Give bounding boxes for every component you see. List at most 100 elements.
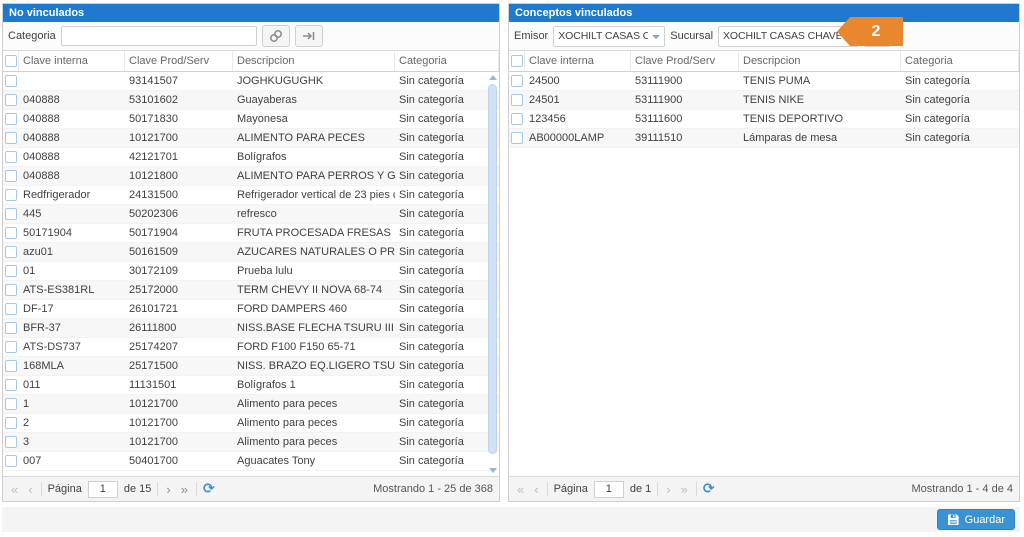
- cell-categoria: Sin categoría: [395, 170, 499, 182]
- category-input[interactable]: [61, 26, 257, 46]
- cell-descripcion: Bolígrafos: [233, 151, 395, 163]
- cell-clave-prod: 25171500: [125, 360, 233, 372]
- select-all-checkbox-left[interactable]: [3, 51, 19, 71]
- save-button-label: Guardar: [965, 514, 1005, 526]
- page-number-input[interactable]: [88, 481, 118, 498]
- row-checkbox[interactable]: [511, 113, 523, 125]
- first-page-button[interactable]: «: [9, 483, 20, 496]
- table-row[interactable]: 007 50401700 Aguacates Tony Sin categorí…: [3, 452, 499, 471]
- next-page-button[interactable]: ›: [664, 483, 672, 496]
- row-checkbox[interactable]: [5, 151, 17, 163]
- cell-clave-prod: 10121700: [125, 417, 233, 429]
- table-row[interactable]: 040888 42121701 Bolígrafos Sin categoría: [3, 148, 499, 167]
- table-row[interactable]: 040888 10121800 ALIMENTO PARA PERROS Y G…: [3, 167, 499, 186]
- row-checkbox[interactable]: [5, 341, 17, 353]
- table-row[interactable]: ATS-DS737 25174207 FORD F100 F150 65-71 …: [3, 338, 499, 357]
- column-header-categoria[interactable]: Categoria: [395, 51, 499, 71]
- next-page-button[interactable]: ›: [164, 483, 172, 496]
- toolbar-separator: [196, 482, 197, 496]
- table-row[interactable]: 123456 53111600 TENIS DEPORTIVO Sin cate…: [509, 110, 1019, 129]
- cell-descripcion: NISS.BASE FLECHA TSURU III: [233, 322, 395, 334]
- cell-categoria: Sin categoría: [395, 113, 499, 125]
- row-checkbox[interactable]: [5, 284, 17, 296]
- table-row[interactable]: 2 10121700 Alimento para peces Sin categ…: [3, 414, 499, 433]
- column-header-clave-interna[interactable]: Clave interna: [525, 51, 631, 71]
- row-checkbox[interactable]: [5, 75, 17, 87]
- row-checkbox[interactable]: [5, 94, 17, 106]
- scroll-up-icon[interactable]: [488, 73, 497, 82]
- cell-descripcion: Refrigerador vertical de 23 pies cúbicos…: [233, 189, 395, 201]
- table-row[interactable]: BFR-37 26111800 NISS.BASE FLECHA TSURU I…: [3, 319, 499, 338]
- table-row[interactable]: 445 50202306 refresco Sin categoría: [3, 205, 499, 224]
- sucursal-dropdown[interactable]: XOCHILT CASAS CHAVEZ: [718, 26, 858, 47]
- column-header-categoria[interactable]: Categoria: [901, 51, 1019, 71]
- last-page-button[interactable]: »: [679, 483, 690, 496]
- select-all-checkbox-right[interactable]: [509, 51, 525, 71]
- table-row[interactable]: Redfrigerador 24131500 Refrigerador vert…: [3, 186, 499, 205]
- column-header-clave-interna[interactable]: Clave interna: [19, 51, 125, 71]
- table-row[interactable]: 3 10121700 Alimento para peces Sin categ…: [3, 433, 499, 452]
- row-checkbox[interactable]: [5, 322, 17, 334]
- cell-clave-prod: 11131501: [125, 379, 233, 391]
- row-checkbox[interactable]: [5, 227, 17, 239]
- move-right-button[interactable]: [295, 25, 323, 47]
- cell-clave-prod: 10121700: [125, 132, 233, 144]
- table-row[interactable]: ATS-ES381RL 25172000 TERM CHEVY II NOVA …: [3, 281, 499, 300]
- first-page-button[interactable]: «: [515, 483, 526, 496]
- cell-categoria: Sin categoría: [395, 379, 499, 391]
- table-row[interactable]: 24501 53111900 TENIS NIKE Sin categoría: [509, 91, 1019, 110]
- column-header-descripcion[interactable]: Descripcion: [739, 51, 901, 71]
- last-page-button[interactable]: »: [179, 483, 190, 496]
- table-row[interactable]: AB00000LAMP 39111510 Lámparas de mesa Si…: [509, 129, 1019, 148]
- scrollbar-thumb[interactable]: [488, 84, 497, 454]
- checkbox-icon: [5, 55, 17, 67]
- column-header-descripcion[interactable]: Descripcion: [233, 51, 395, 71]
- table-row[interactable]: 011 11131501 Bolígrafos 1 Sin categoría: [3, 376, 499, 395]
- table-row[interactable]: 040888 50171830 Mayonesa Sin categoría: [3, 110, 499, 129]
- row-checkbox[interactable]: [5, 170, 17, 182]
- row-checkbox[interactable]: [5, 189, 17, 201]
- emisor-dropdown[interactable]: XOCHILT CASAS CHA: [553, 26, 665, 47]
- row-checkbox[interactable]: [5, 132, 17, 144]
- row-checkbox[interactable]: [5, 246, 17, 258]
- table-row[interactable]: 01 30172109 Prueba lulu Sin categoría: [3, 262, 499, 281]
- table-row[interactable]: DF-17 26101721 FORD DAMPERS 460 Sin cate…: [3, 300, 499, 319]
- row-checkbox[interactable]: [5, 455, 17, 467]
- row-checkbox[interactable]: [5, 265, 17, 277]
- table-row[interactable]: 93141507 JOGHKUGUGHK Sin categoría: [3, 72, 499, 91]
- row-checkbox[interactable]: [511, 132, 523, 144]
- row-checkbox[interactable]: [5, 379, 17, 391]
- save-button[interactable]: Guardar: [937, 509, 1015, 530]
- table-row[interactable]: 1 10121700 Alimento para peces Sin categ…: [3, 395, 499, 414]
- table-row[interactable]: 040888 10121700 ALIMENTO PARA PECES Sin …: [3, 129, 499, 148]
- page-of-label: de 1: [630, 483, 651, 495]
- row-checkbox[interactable]: [5, 436, 17, 448]
- refresh-icon[interactable]: ⟳: [703, 482, 715, 496]
- link-button[interactable]: [262, 25, 290, 47]
- prev-page-button[interactable]: ‹: [26, 483, 34, 496]
- row-checkbox[interactable]: [5, 113, 17, 125]
- row-checkbox[interactable]: [5, 398, 17, 410]
- row-checkbox[interactable]: [511, 75, 523, 87]
- row-checkbox[interactable]: [511, 94, 523, 106]
- prev-page-button[interactable]: ‹: [532, 483, 540, 496]
- column-header-clave-prod[interactable]: Clave Prod/Serv: [631, 51, 739, 71]
- cell-categoria: Sin categoría: [395, 75, 499, 87]
- page-number-input[interactable]: [594, 481, 624, 498]
- row-checkbox[interactable]: [5, 417, 17, 429]
- table-row[interactable]: 24500 53111900 TENIS PUMA Sin categoría: [509, 72, 1019, 91]
- row-checkbox[interactable]: [5, 303, 17, 315]
- cell-clave-interna: AB00000LAMP: [525, 132, 631, 144]
- table-row[interactable]: 50171904 50171904 FRUTA PROCESADA FRESAS…: [3, 224, 499, 243]
- chevron-down-icon: [652, 35, 660, 39]
- table-row[interactable]: 040888 53101602 Guayaberas Sin categoría: [3, 91, 499, 110]
- row-checkbox[interactable]: [5, 208, 17, 220]
- table-row[interactable]: 168MLA 25171500 NISS. BRAZO EQ.LIGERO TS…: [3, 357, 499, 376]
- scroll-down-icon[interactable]: [488, 466, 497, 475]
- vertical-scrollbar[interactable]: [487, 72, 498, 476]
- row-checkbox[interactable]: [5, 360, 17, 372]
- refresh-icon[interactable]: ⟳: [203, 482, 215, 496]
- cell-clave-prod: 50161509: [125, 246, 233, 258]
- table-row[interactable]: azu01 50161509 AZUCARES NATURALES O PROD…: [3, 243, 499, 262]
- column-header-clave-prod[interactable]: Clave Prod/Serv: [125, 51, 233, 71]
